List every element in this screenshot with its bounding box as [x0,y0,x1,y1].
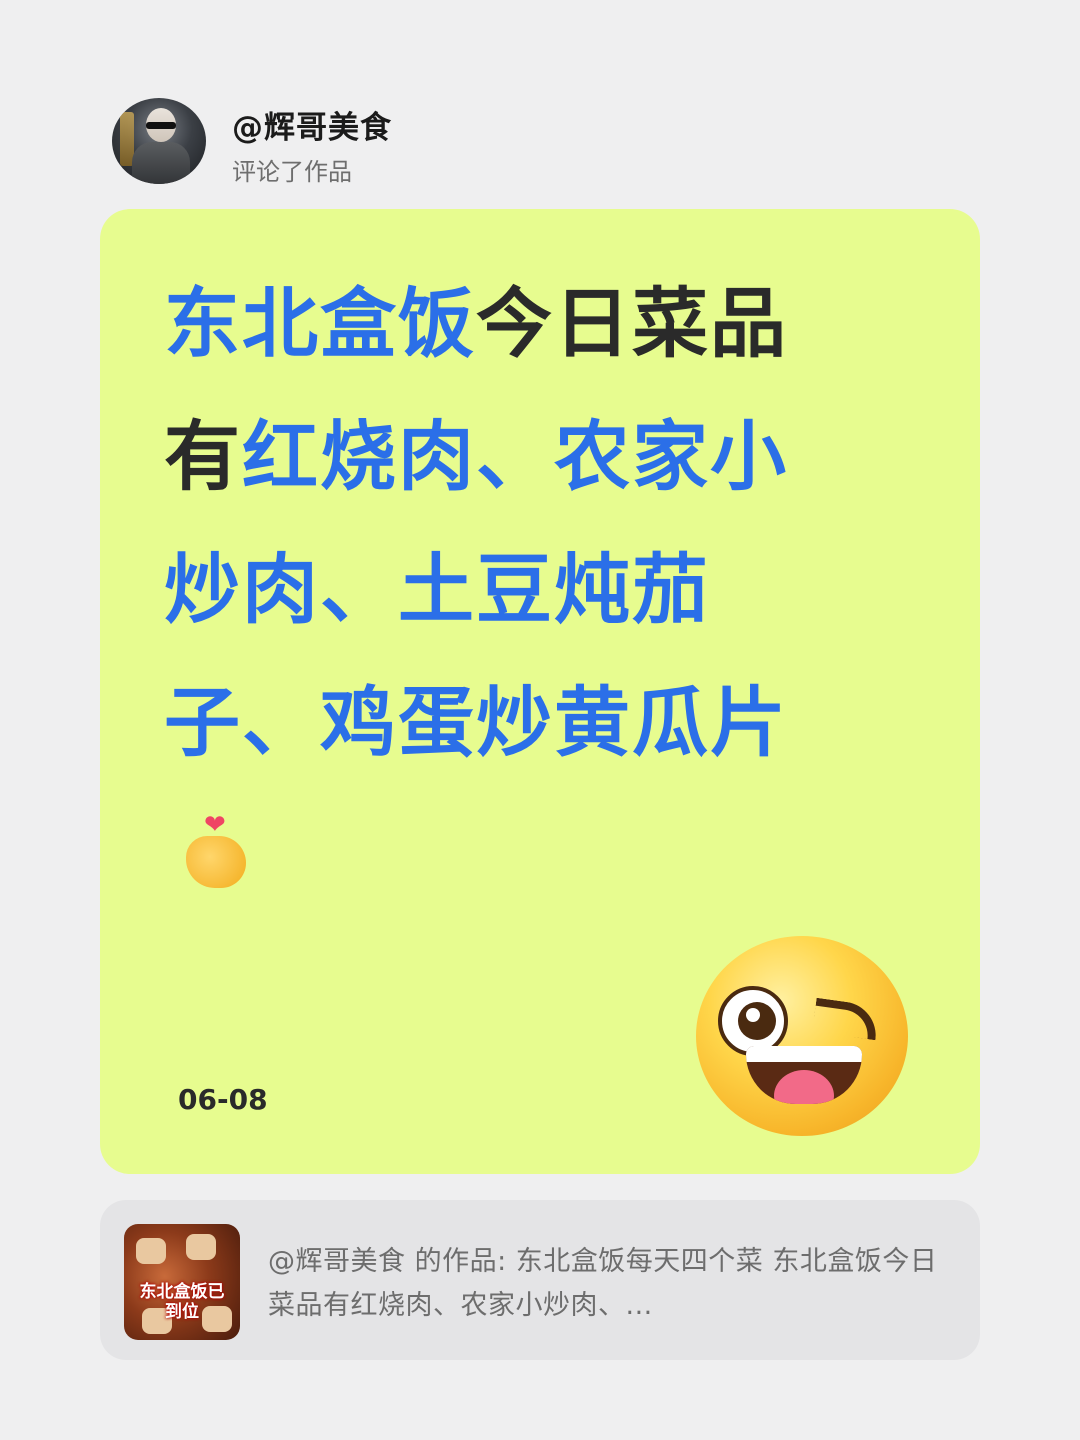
comment-segment-highlight: 东北盒饭 [164,279,476,368]
username[interactable]: @辉哥美食 [232,102,392,147]
referenced-post[interactable]: 东北盒饭已到位 @辉哥美食 的作品: 东北盒饭每天四个菜 东北盒饭今日菜品有红烧… [100,1200,980,1360]
comment-header: @辉哥美食 评论了作品 [112,98,972,188]
comment-card[interactable]: 东北盒饭今日菜品有红烧肉、农家小炒肉、土豆炖茄子、鸡蛋炒黄瓜片 ❤ 06-08 [100,209,980,1174]
comment-segment-dishes: 红烧肉、农家小炒肉、土豆炖茄子、鸡蛋炒黄瓜片 [164,412,788,767]
comment-text: 东北盒饭今日菜品有红烧肉、农家小炒肉、土豆炖茄子、鸡蛋炒黄瓜片 ❤ [164,257,844,922]
action-text: 评论了作品 [232,158,352,186]
referenced-post-text: @辉哥美食 的作品: 东北盒饭每天四个菜 东北盒饭今日菜品有红烧肉、农家小炒肉、… [268,1246,938,1321]
comment-date: 06-08 [178,1083,268,1116]
post-thumbnail[interactable]: 东北盒饭已到位 [124,1224,240,1340]
thumbnail-caption: 东北盒饭已到位 [139,1282,225,1322]
avatar[interactable] [112,98,206,184]
finger-heart-icon: ❤ [182,812,252,890]
winking-tongue-emoji-icon [696,936,908,1136]
